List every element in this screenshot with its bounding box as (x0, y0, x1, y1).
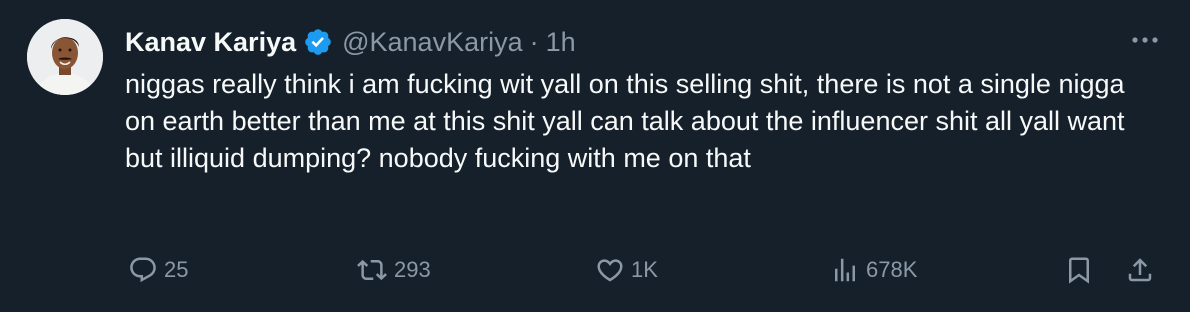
tweet-header: Kanav Kariya @KanavKariya · 1h (125, 22, 576, 62)
repost-count: 293 (394, 257, 431, 282)
views-icon (835, 258, 855, 282)
avatar-image (27, 19, 103, 95)
share-icon (1128, 258, 1152, 282)
verified-badge-icon[interactable] (303, 27, 333, 57)
reply-button[interactable]: 25 (128, 250, 188, 290)
author-handle[interactable]: @KanavKariya (342, 27, 523, 58)
avatar[interactable] (27, 19, 103, 95)
repost-icon (357, 259, 387, 281)
tweet-actions: 25 293 1K 678K (0, 250, 1190, 290)
like-button[interactable]: 1K (595, 250, 658, 290)
like-icon (597, 259, 623, 282)
views-count: 678K (866, 257, 918, 282)
separator-dot: · (529, 26, 539, 57)
tweet-card[interactable]: Kanav Kariya @KanavKariya · 1h niggas re… (0, 0, 1190, 312)
author-name[interactable]: Kanav Kariya (125, 27, 296, 58)
bookmark-icon (1069, 257, 1089, 284)
tweet-text: niggas really think i am fucking wit yal… (125, 69, 1125, 173)
bookmark-button[interactable] (1064, 250, 1094, 290)
repost-button[interactable]: 293 (356, 250, 431, 290)
views-button[interactable]: 678K (830, 250, 917, 290)
share-button[interactable] (1125, 250, 1155, 290)
like-count: 1K (631, 257, 658, 282)
reply-count: 25 (164, 257, 189, 282)
tweet-timestamp[interactable]: 1h (546, 27, 576, 58)
more-icon[interactable] (1130, 28, 1160, 52)
reply-icon (130, 257, 156, 283)
